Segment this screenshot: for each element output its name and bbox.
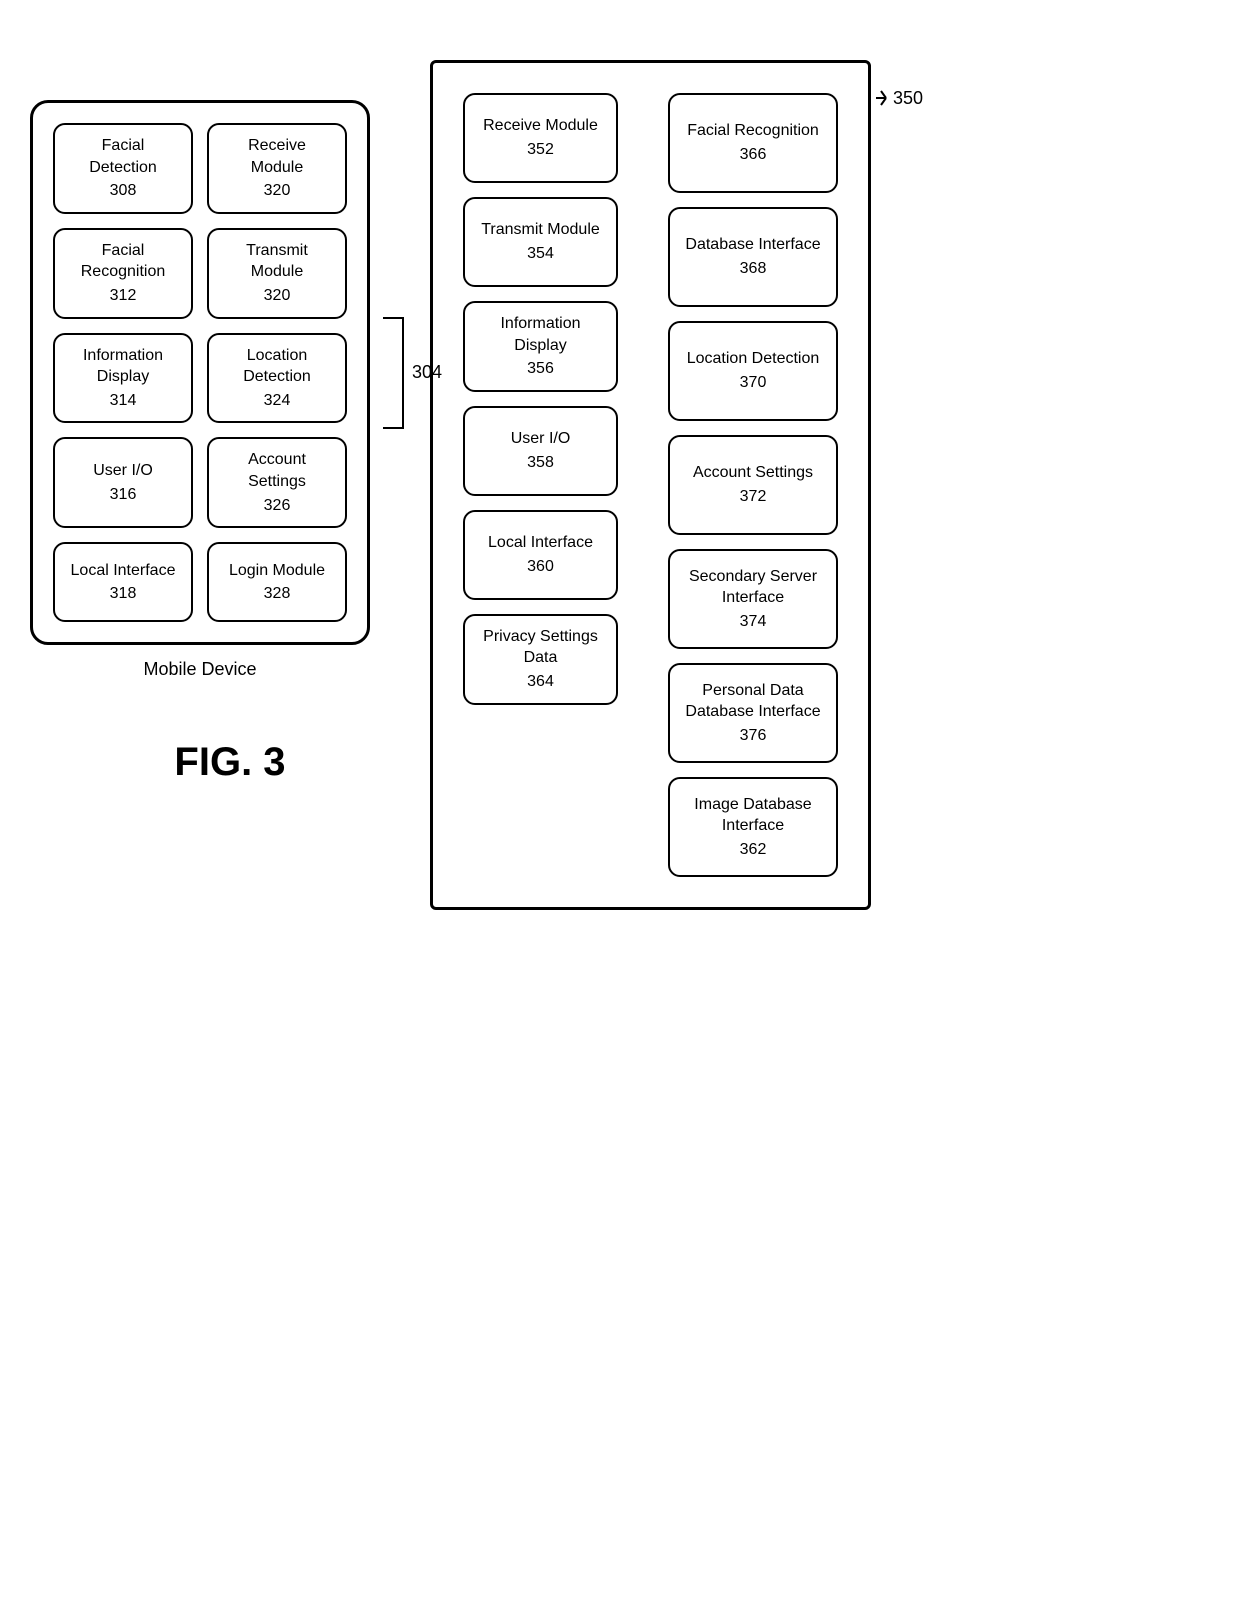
module-number: 364 — [527, 671, 554, 693]
module-number: 356 — [527, 358, 554, 380]
module-number: 320 — [264, 285, 291, 307]
right-module-370: Location Detection370 — [668, 321, 838, 421]
left-module-314: Information Display314 — [53, 333, 193, 424]
module-name: Transmit Module — [223, 240, 331, 283]
mobile-device-label: Mobile Device — [143, 659, 256, 680]
module-number: 372 — [740, 486, 767, 508]
module-number: 314 — [110, 390, 137, 412]
left-module-320: Transmit Module320 — [207, 228, 347, 319]
server-center-column: Receive Module352 Transmit Module354 Infor… — [463, 93, 618, 705]
module-number: 370 — [740, 372, 767, 394]
right-module-362: Image Database Interface362 — [668, 777, 838, 877]
left-module-320: Receive Module320 — [207, 123, 347, 214]
module-name: User I/O — [93, 460, 153, 482]
server-section: 350 Receive Module352Transmit Module354I… — [430, 60, 871, 910]
module-name: Personal Data Database Interface — [684, 680, 822, 723]
module-number: 320 — [264, 180, 291, 202]
bracket-304-icon — [378, 313, 408, 433]
module-number: 352 — [527, 139, 554, 161]
server-right-column: Facial Recognition366Database Interface3… — [668, 93, 838, 877]
center-module-364: Privacy Settings Data364 — [463, 614, 618, 705]
module-number: 358 — [527, 452, 554, 474]
center-module-352: Receive Module352 — [463, 93, 618, 183]
module-name: Location Detection — [223, 345, 331, 388]
module-name: Image Database Interface — [684, 794, 822, 837]
right-module-374: Secondary Server Interface374 — [668, 549, 838, 649]
module-name: Privacy Settings Data — [479, 626, 602, 669]
module-number: 354 — [527, 243, 554, 265]
module-number: 328 — [264, 583, 291, 605]
left-module-308: Facial Detection308 — [53, 123, 193, 214]
label-350-number: 350 — [893, 88, 923, 109]
module-number: 374 — [740, 611, 767, 633]
module-number: 312 — [110, 285, 137, 307]
module-name: Account Settings — [223, 449, 331, 492]
module-name: Local Interface — [71, 560, 176, 582]
module-name: User I/O — [511, 428, 571, 450]
module-number: 366 — [740, 144, 767, 166]
module-number: 316 — [110, 484, 137, 506]
module-number: 360 — [527, 556, 554, 578]
module-name: Information Display — [479, 313, 602, 356]
module-number: 376 — [740, 725, 767, 747]
module-name: Receive Module — [223, 135, 331, 178]
left-module-316: User I/O316 — [53, 437, 193, 528]
module-number: 362 — [740, 839, 767, 861]
right-module-372: Account Settings372 — [668, 435, 838, 535]
center-module-356: Information Display356 — [463, 301, 618, 392]
left-module-318: Local Interface318 — [53, 542, 193, 622]
left-module-324: Location Detection324 — [207, 333, 347, 424]
right-module-376: Personal Data Database Interface376 — [668, 663, 838, 763]
left-module-326: Account Settings 326 — [207, 437, 347, 528]
module-name: Facial Detection — [69, 135, 177, 178]
left-module-328: Login Module328 — [207, 542, 347, 622]
right-module-366: Facial Recognition366 — [668, 93, 838, 193]
module-number: 324 — [264, 390, 291, 412]
module-name: Facial Recognition — [687, 120, 819, 142]
center-module-360: Local Interface360 — [463, 510, 618, 600]
module-number: 326 — [264, 495, 291, 517]
module-number: 308 — [110, 180, 137, 202]
center-module-354: Transmit Module354 — [463, 197, 618, 287]
label-350: 350 — [871, 83, 923, 113]
module-name: Secondary Server Interface — [684, 566, 822, 609]
module-name: Location Detection — [687, 348, 820, 370]
module-name: Account Settings — [693, 462, 813, 484]
module-name: Login Module — [229, 560, 325, 582]
mobile-device-section: Facial Detection308Receive Module320Faci… — [30, 100, 370, 785]
module-name: Local Interface — [488, 532, 593, 554]
module-name: Facial Recognition — [69, 240, 177, 283]
left-module-312: Facial Recognition312 — [53, 228, 193, 319]
module-number: 318 — [110, 583, 137, 605]
module-name: Database Interface — [685, 234, 820, 256]
module-number: 368 — [740, 258, 767, 280]
mobile-device-box: Facial Detection308Receive Module320Faci… — [30, 100, 370, 645]
fig-label: FIG. 3 — [174, 740, 285, 785]
module-name: Information Display — [69, 345, 177, 388]
module-name: Transmit Module — [481, 219, 600, 241]
center-module-358: User I/O358 — [463, 406, 618, 496]
arrow-350-icon — [871, 83, 891, 113]
right-module-368: Database Interface368 — [668, 207, 838, 307]
module-name: Receive Module — [483, 115, 598, 137]
